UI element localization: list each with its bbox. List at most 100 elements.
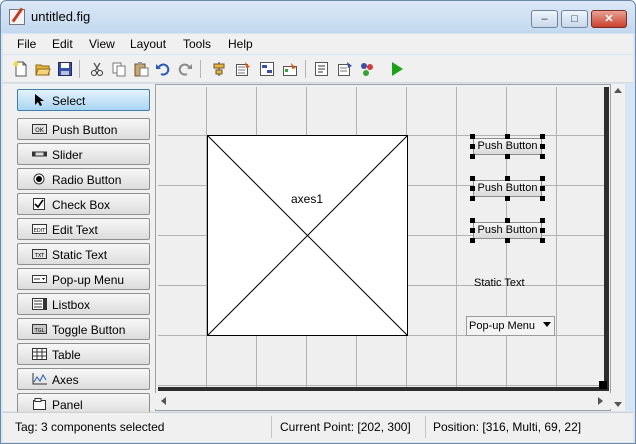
popup-menu-icon (32, 275, 47, 283)
scroll-right-icon[interactable] (598, 397, 603, 405)
selection-handle[interactable] (470, 176, 475, 181)
palette-item-label: Static Text (52, 248, 108, 262)
save-icon[interactable] (57, 61, 73, 77)
check-box-icon (33, 198, 45, 210)
menu-edit[interactable]: Edit (52, 37, 73, 51)
copy-icon[interactable] (111, 61, 127, 77)
selection-handle[interactable] (505, 238, 510, 243)
redo-icon[interactable] (177, 61, 193, 77)
status-position: Position: [316, Multi, 69, 22] (433, 420, 582, 434)
selection-handle[interactable] (470, 218, 475, 223)
horizontal-scrollbar[interactable] (155, 393, 611, 409)
scroll-left-icon[interactable] (161, 397, 166, 405)
selection-handle[interactable] (540, 154, 545, 159)
cut-icon[interactable] (89, 61, 105, 77)
toolbar (3, 55, 633, 83)
app-window: untitled.fig – □ ✕ File Edit View Layout… (0, 0, 636, 444)
selection-handle[interactable] (505, 196, 510, 201)
toolbar-editor-icon[interactable] (282, 61, 298, 77)
selection-handle[interactable] (540, 218, 545, 223)
menu-editor-icon[interactable] (235, 61, 251, 77)
palette-table[interactable]: Table (17, 343, 150, 365)
selection-handle[interactable] (470, 238, 475, 243)
layout-canvas[interactable]: axes1 Push Button Push Button Push Butto… (158, 87, 604, 389)
undo-icon[interactable] (155, 61, 171, 77)
toolbar-separator (200, 60, 201, 78)
paste-icon[interactable] (133, 61, 149, 77)
status-tag: Tag: 3 components selected (15, 420, 165, 434)
axes-tag-label: axes1 (291, 192, 324, 206)
selection-handle[interactable] (470, 228, 475, 233)
vertical-scrollbar[interactable] (611, 84, 625, 411)
canvas-resize-handle[interactable] (599, 381, 607, 389)
selection-handle[interactable] (470, 186, 475, 191)
palette-slider[interactable]: Slider (17, 143, 150, 165)
menu-tools[interactable]: Tools (183, 37, 211, 51)
popup-menu-label: Pop-up Menu (469, 320, 536, 332)
title-bar: untitled.fig – □ ✕ (1, 1, 635, 33)
component-palette: Select OK Push Button Slider Radio Butto… (3, 84, 153, 415)
palette-item-label: Table (52, 348, 81, 362)
selection-handle[interactable] (540, 228, 545, 233)
object-browser-icon[interactable] (359, 61, 375, 77)
selection-handle[interactable] (540, 144, 545, 149)
scroll-up-icon[interactable] (614, 88, 622, 93)
palette-radio-button[interactable]: Radio Button (17, 168, 150, 190)
scroll-down-icon[interactable] (614, 402, 622, 407)
maximize-button[interactable]: □ (561, 10, 588, 28)
palette-listbox[interactable]: Listbox (17, 293, 150, 315)
selection-handle[interactable] (505, 134, 510, 139)
palette-edit-text[interactable]: EDIT Edit Text (17, 218, 150, 240)
palette-item-label: Toggle Button (52, 323, 126, 337)
palette-push-button[interactable]: OK Push Button (17, 118, 150, 140)
palette-static-text[interactable]: TXT Static Text (17, 243, 150, 265)
align-objects-icon[interactable] (211, 61, 227, 77)
palette-toggle-button[interactable]: TGL Toggle Button (17, 318, 150, 340)
canvas-bottom-edge (158, 387, 609, 391)
close-button[interactable]: ✕ (591, 10, 627, 28)
palette-item-label: Listbox (52, 298, 91, 312)
selection-handle[interactable] (470, 196, 475, 201)
push-button-label: Push Button (477, 140, 538, 152)
run-figure-icon[interactable] (389, 61, 405, 77)
selection-handle[interactable] (470, 154, 475, 159)
palette-item-label: Radio Button (52, 173, 122, 187)
push-button-component[interactable]: Push Button (473, 222, 542, 239)
axes-component[interactable]: axes1 (207, 135, 408, 336)
selection-handle[interactable] (470, 134, 475, 139)
menu-help[interactable]: Help (228, 37, 253, 51)
static-text-icon: TXT (32, 249, 47, 259)
palette-axes[interactable]: Axes (17, 368, 150, 390)
palette-item-label: Edit Text (52, 223, 98, 237)
selection-handle[interactable] (540, 134, 545, 139)
selection-handle[interactable] (505, 176, 510, 181)
minimize-button[interactable]: – (531, 10, 558, 28)
selection-handle[interactable] (470, 144, 475, 149)
selection-handle[interactable] (505, 218, 510, 223)
new-file-icon[interactable] (13, 61, 29, 77)
selection-handle[interactable] (540, 238, 545, 243)
property-inspector-icon[interactable] (337, 61, 353, 77)
push-button-component[interactable]: Push Button (473, 138, 542, 155)
selection-handle[interactable] (505, 154, 510, 159)
static-text-icon-text: TXT (34, 253, 45, 259)
menu-file[interactable]: File (17, 37, 36, 51)
push-button-label: Push Button (477, 182, 538, 194)
tab-order-editor-icon[interactable] (259, 61, 275, 77)
palette-popup-menu[interactable]: Pop-up Menu (17, 268, 150, 290)
static-text-component[interactable]: Static Text (474, 277, 525, 289)
palette-check-box[interactable]: Check Box (17, 193, 150, 215)
palette-select[interactable]: Select (17, 89, 150, 111)
selection-handle[interactable] (540, 176, 545, 181)
selection-handle[interactable] (540, 186, 545, 191)
editor-icon[interactable] (314, 61, 330, 77)
open-folder-icon[interactable] (35, 61, 51, 77)
menu-view[interactable]: View (89, 37, 115, 51)
menu-layout[interactable]: Layout (130, 37, 166, 51)
panel-icon (33, 398, 46, 410)
push-button-component[interactable]: Push Button (473, 180, 542, 197)
selection-handle[interactable] (540, 196, 545, 201)
popup-menu-component[interactable]: Pop-up Menu (466, 316, 555, 336)
menu-bar: File Edit View Layout Tools Help (3, 34, 633, 54)
toolbar-separator (79, 60, 80, 78)
